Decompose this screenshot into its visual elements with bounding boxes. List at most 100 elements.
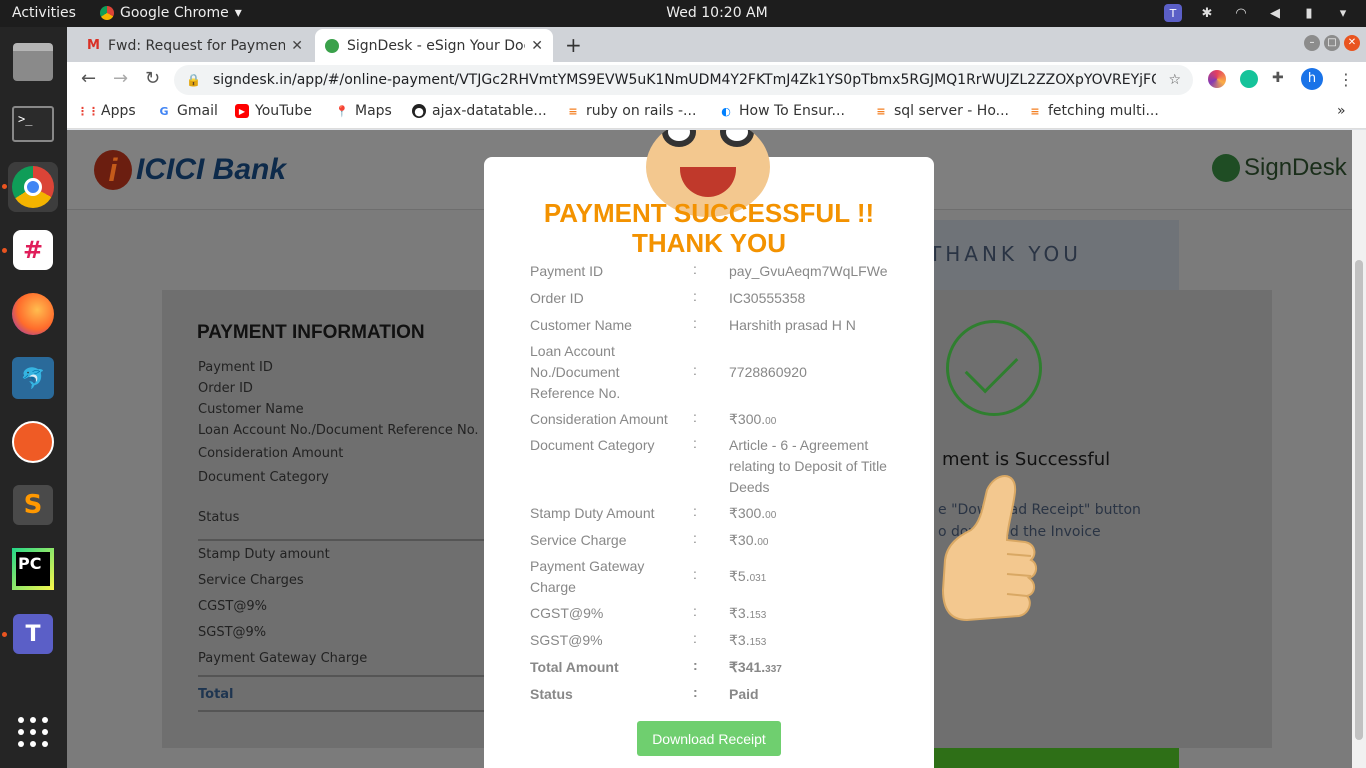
row-value: Harshith prasad H N bbox=[729, 317, 856, 333]
web-page: i ICICI Bank SignDesk PAYMENT INFORMATIO… bbox=[67, 130, 1352, 768]
download-receipt-button[interactable]: Download Receipt bbox=[637, 721, 781, 756]
row-colon: : bbox=[693, 288, 697, 304]
extensions-puzzle-icon[interactable]: ✚ bbox=[1272, 70, 1290, 88]
firefox-app-icon[interactable] bbox=[8, 289, 58, 339]
tab-title: SignDesk - eSign Your Doc bbox=[347, 37, 526, 54]
row-colon: : bbox=[693, 630, 697, 646]
maximize-icon[interactable]: □ bbox=[1324, 35, 1340, 51]
address-bar[interactable]: 🔒 signdesk.in/app/#/online-payment/VTJGc… bbox=[174, 65, 1193, 95]
icici-bank-logo: i ICICI Bank bbox=[94, 150, 286, 190]
bookmark-label: YouTube bbox=[255, 103, 312, 119]
menu-kebab-icon[interactable]: ⋮ bbox=[1337, 70, 1355, 89]
reload-icon[interactable]: ↻ bbox=[145, 68, 160, 89]
info-label-total: Total bbox=[198, 687, 234, 702]
row-label: Customer Name bbox=[530, 317, 632, 333]
stackoverflow-icon: ≡ bbox=[876, 104, 886, 118]
system-tray[interactable]: T ✱ ◠ ◀ ▮ ▾ bbox=[1164, 4, 1352, 22]
files-app-icon[interactable] bbox=[8, 37, 58, 87]
postman-app-icon[interactable] bbox=[8, 417, 58, 467]
lock-icon[interactable]: 🔒 bbox=[186, 73, 201, 87]
slack-app-icon[interactable]: # bbox=[8, 225, 58, 275]
info-label: CGST@9% bbox=[198, 599, 267, 614]
bookmark-how-to-ensure[interactable]: ◐ How To Ensur... bbox=[719, 103, 845, 119]
info-label: Stamp Duty amount bbox=[198, 547, 330, 562]
row-colon: : bbox=[693, 566, 697, 582]
page-scrollbar[interactable] bbox=[1352, 130, 1366, 768]
clock[interactable]: Wed 10:20 AM bbox=[0, 5, 1366, 21]
modal-title-line1: PAYMENT SUCCESSFUL !! bbox=[543, 198, 875, 228]
window-controls: – □ ✕ bbox=[1304, 35, 1360, 51]
chrome-window: M Fwd: Request for Paymen ✕ SignDesk - e… bbox=[67, 27, 1366, 768]
bookmark-label: Gmail bbox=[177, 103, 218, 119]
info-label: Service Charges bbox=[198, 573, 304, 588]
minimize-icon[interactable]: – bbox=[1304, 35, 1320, 51]
row-value: Article - 6 - Agreement relating to Depo… bbox=[729, 437, 887, 495]
row-label: SGST@9% bbox=[530, 632, 603, 648]
pycharm-app-icon[interactable]: PC bbox=[8, 544, 58, 594]
bookmark-label: Apps bbox=[101, 103, 136, 119]
row-value: ₹300.00 bbox=[729, 505, 777, 521]
row-colon: : bbox=[693, 603, 697, 619]
row-colon: : bbox=[693, 315, 697, 331]
wifi-icon[interactable]: ◠ bbox=[1232, 4, 1250, 22]
signdesk-leaf-icon bbox=[1212, 154, 1240, 182]
bookmarks-bar: ⋮⋮ Apps G Gmail ▶ YouTube 📍 Maps ● ajax-… bbox=[67, 97, 1366, 129]
mysql-workbench-app-icon[interactable]: 🐬 bbox=[8, 353, 58, 403]
forward-arrow-icon[interactable]: → bbox=[113, 68, 128, 89]
info-label: Order ID bbox=[198, 381, 253, 396]
battery-icon[interactable]: ▮ bbox=[1300, 4, 1318, 22]
github-icon: ● bbox=[412, 104, 426, 118]
bookmark-label: ajax-datatable... bbox=[432, 103, 547, 119]
row-label: Order ID bbox=[530, 290, 584, 306]
bookmarks-overflow-button[interactable]: » bbox=[1337, 103, 1346, 119]
bookmark-star-icon[interactable]: ☆ bbox=[1168, 72, 1181, 88]
row-value: ₹341.337 bbox=[729, 659, 782, 675]
show-applications-icon[interactable] bbox=[8, 707, 58, 757]
thank-you-text: THANK YOU bbox=[929, 242, 1082, 266]
new-tab-button[interactable]: + bbox=[565, 33, 582, 57]
modal-title: PAYMENT SUCCESSFUL !! THANK YOU bbox=[484, 198, 934, 258]
back-arrow-icon[interactable]: ← bbox=[81, 68, 96, 89]
google-icon: G bbox=[159, 104, 169, 118]
bookmark-sql-server[interactable]: ≡ sql server - Ho... bbox=[874, 103, 1009, 119]
volume-icon[interactable]: ◀ bbox=[1266, 4, 1284, 22]
bookmark-youtube[interactable]: ▶ YouTube bbox=[235, 103, 312, 119]
close-tab-icon[interactable]: ✕ bbox=[531, 38, 543, 54]
grammarly-extension-icon[interactable] bbox=[1240, 70, 1258, 88]
bookmark-label: How To Ensur... bbox=[739, 103, 845, 119]
bookmark-ajax-datatable[interactable]: ● ajax-datatable... bbox=[412, 103, 547, 119]
info-label: Payment ID bbox=[198, 360, 273, 375]
row-colon: : bbox=[693, 657, 698, 673]
bookmark-ruby-on-rails[interactable]: ≡ ruby on rails -... bbox=[566, 103, 696, 119]
row-label: Status bbox=[530, 686, 573, 702]
close-window-icon[interactable]: ✕ bbox=[1344, 35, 1360, 51]
url-text: signdesk.in/app/#/online-payment/VTJGc2R… bbox=[212, 72, 1157, 88]
scrollbar-thumb[interactable] bbox=[1355, 260, 1363, 740]
bookmark-gmail[interactable]: G Gmail bbox=[157, 103, 218, 119]
row-value: ₹5.031 bbox=[729, 568, 767, 584]
divider bbox=[198, 675, 488, 677]
teams-tray-icon[interactable]: T bbox=[1164, 4, 1182, 22]
thank-you-banner: THANK YOU bbox=[929, 220, 1179, 290]
row-value: Paid bbox=[729, 686, 759, 702]
tab-signdesk[interactable]: SignDesk - eSign Your Doc ✕ bbox=[315, 29, 553, 62]
row-label: Loan Account No./Document Reference No. bbox=[530, 343, 621, 401]
close-tab-icon[interactable]: ✕ bbox=[291, 38, 303, 54]
tab-gmail[interactable]: M Fwd: Request for Paymen ✕ bbox=[77, 29, 313, 62]
row-label: Consideration Amount bbox=[530, 411, 668, 427]
slack-tray-icon[interactable]: ✱ bbox=[1198, 4, 1216, 22]
apps-grid-icon: ⋮⋮ bbox=[77, 104, 99, 118]
profile-avatar[interactable]: h bbox=[1301, 68, 1323, 90]
bookmark-fetching-multi[interactable]: ≡ fetching multi... bbox=[1028, 103, 1158, 119]
terminal-app-icon[interactable]: >_ bbox=[8, 99, 58, 149]
row-colon: : bbox=[693, 261, 697, 277]
row-colon: : bbox=[693, 684, 698, 700]
bookmark-apps[interactable]: ⋮⋮ Apps bbox=[77, 103, 136, 119]
teams-app-icon[interactable]: T bbox=[8, 609, 58, 659]
chevron-down-icon[interactable]: ▾ bbox=[1334, 4, 1352, 22]
instagram-extension-icon[interactable] bbox=[1208, 70, 1226, 88]
row-label: Service Charge bbox=[530, 532, 627, 548]
sublime-text-app-icon[interactable]: S bbox=[8, 480, 58, 530]
chrome-app-icon[interactable] bbox=[8, 162, 58, 212]
bookmark-maps[interactable]: 📍 Maps bbox=[335, 103, 392, 119]
